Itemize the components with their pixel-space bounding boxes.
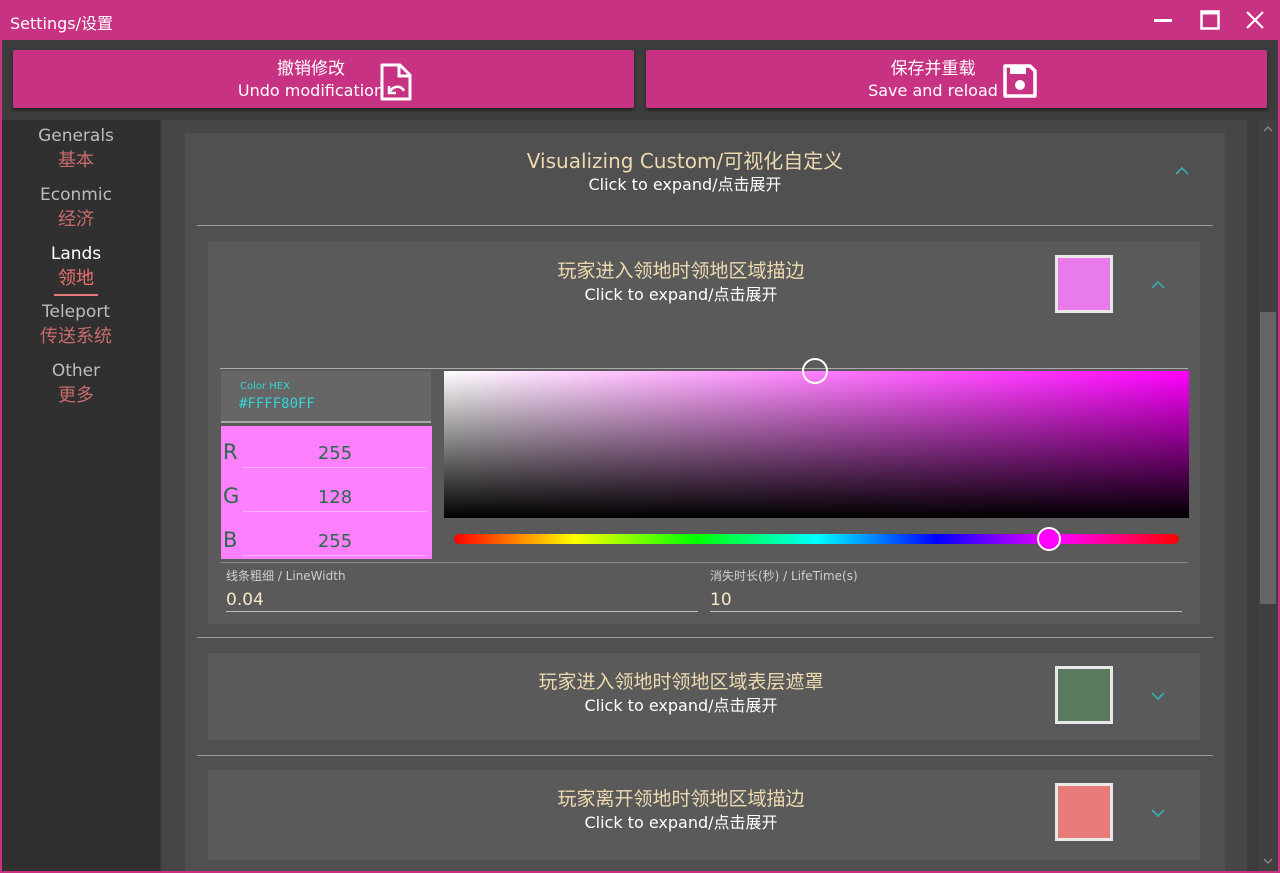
- maximize-button[interactable]: [1192, 4, 1228, 36]
- content-area: Visualizing Custom/可视化自定义 Click to expan…: [162, 120, 1247, 871]
- scroll-up-icon[interactable]: [1262, 124, 1274, 134]
- color-swatch[interactable]: [1055, 666, 1113, 724]
- minimize-button[interactable]: [1145, 4, 1181, 36]
- window-body: 撤销修改 Undo modification 保存并重载 Save and re…: [2, 40, 1278, 871]
- panel-enter-mask: 玩家进入领地时领地区域表层遮罩 Click to expand/点击展开: [208, 653, 1200, 740]
- saturation-value-picker[interactable]: [444, 358, 1189, 518]
- window-title: Settings/设置: [10, 14, 114, 33]
- section-header[interactable]: Visualizing Custom/可视化自定义 Click to expan…: [185, 148, 1185, 196]
- blue-input[interactable]: [243, 528, 427, 556]
- title-bar: Settings/设置: [0, 0, 1280, 40]
- panel-enter-outline: 玩家进入领地时领地区域描边 Click to expand/点击展开 Color…: [208, 241, 1200, 624]
- sidebar-item-lands[interactable]: Lands 领地: [2, 242, 150, 296]
- line-width-field: 线条粗细 / LineWidth: [226, 568, 698, 612]
- hex-input-box: Color HEX: [221, 371, 431, 423]
- scroll-down-icon[interactable]: [1262, 856, 1274, 866]
- chevron-up-icon[interactable]: [1174, 166, 1190, 176]
- green-row: G: [221, 470, 432, 514]
- undo-label-zh: 撤销修改: [277, 59, 345, 79]
- green-label: G: [223, 484, 240, 508]
- blue-row: B: [221, 514, 432, 558]
- section-divider: [197, 225, 1213, 226]
- section-title: Visualizing Custom/可视化自定义: [526, 149, 844, 173]
- picker-top-divider: [220, 368, 1188, 369]
- active-indicator: [54, 294, 98, 296]
- file-undo-icon: [380, 63, 412, 101]
- undo-button[interactable]: 撤销修改 Undo modification: [13, 50, 634, 108]
- section-subtitle: Click to expand/点击展开: [588, 175, 782, 194]
- save-reload-button[interactable]: 保存并重载 Save and reload: [646, 50, 1267, 108]
- sidebar-item-other[interactable]: Other 更多: [2, 359, 150, 409]
- minimize-icon: [1154, 19, 1172, 22]
- floppy-save-icon: [1003, 64, 1037, 98]
- color-swatch[interactable]: [1055, 255, 1113, 313]
- panel-divider: [197, 637, 1213, 638]
- hue-thumb[interactable]: [1037, 527, 1061, 551]
- panel-header[interactable]: 玩家进入领地时领地区域表层遮罩 Click to expand/点击展开: [208, 669, 1154, 717]
- vertical-scrollbar[interactable]: [1258, 120, 1278, 871]
- visualizing-custom-panel: Visualizing Custom/可视化自定义 Click to expan…: [185, 133, 1225, 871]
- red-label: R: [223, 440, 238, 464]
- close-button[interactable]: [1237, 4, 1273, 36]
- color-swatch[interactable]: [1055, 783, 1113, 841]
- chevron-up-icon[interactable]: [1150, 280, 1166, 290]
- scroll-thumb[interactable]: [1260, 312, 1276, 604]
- panel-header[interactable]: 玩家进入领地时领地区域描边 Click to expand/点击展开: [208, 258, 1154, 306]
- sidebar: Generals 基本 Econmic 经济 Lands 领地 Teleport…: [2, 120, 160, 871]
- panel-leave-outline: 玩家离开领地时领地区域描边 Click to expand/点击展开: [208, 770, 1200, 860]
- hex-input[interactable]: [239, 395, 419, 413]
- blue-label: B: [223, 528, 238, 552]
- sidebar-item-generals[interactable]: Generals 基本: [2, 124, 150, 174]
- hex-label: Color HEX: [240, 381, 290, 392]
- chevron-down-icon[interactable]: [1150, 691, 1166, 701]
- red-row: R: [221, 426, 432, 470]
- green-input[interactable]: [243, 484, 427, 512]
- picker-bottom-divider: [220, 562, 1188, 563]
- line-width-label: 线条粗细 / LineWidth: [226, 569, 346, 583]
- lifetime-input[interactable]: [710, 588, 1182, 612]
- panel-divider: [197, 755, 1213, 756]
- rgb-inputs: R G B: [221, 426, 432, 559]
- save-label-en: Save and reload: [868, 81, 998, 100]
- line-width-input[interactable]: [226, 588, 698, 612]
- close-icon: [1246, 11, 1264, 29]
- panel-header[interactable]: 玩家离开领地时领地区域描边 Click to expand/点击展开: [208, 786, 1154, 834]
- sv-thumb[interactable]: [802, 358, 828, 384]
- maximize-icon: [1200, 10, 1220, 30]
- save-label-zh: 保存并重载: [890, 59, 976, 79]
- undo-label-en: Undo modification: [237, 81, 385, 100]
- chevron-down-icon[interactable]: [1150, 808, 1166, 818]
- sidebar-item-econmic[interactable]: Econmic 经济: [2, 183, 150, 233]
- lifetime-label: 消失时长(秒) / LifeTime(s): [710, 569, 858, 583]
- hue-slider[interactable]: [454, 534, 1179, 544]
- sidebar-item-teleport[interactable]: Teleport 传送系统: [2, 300, 150, 350]
- lifetime-field: 消失时长(秒) / LifeTime(s): [710, 568, 1182, 612]
- red-input[interactable]: [243, 440, 427, 468]
